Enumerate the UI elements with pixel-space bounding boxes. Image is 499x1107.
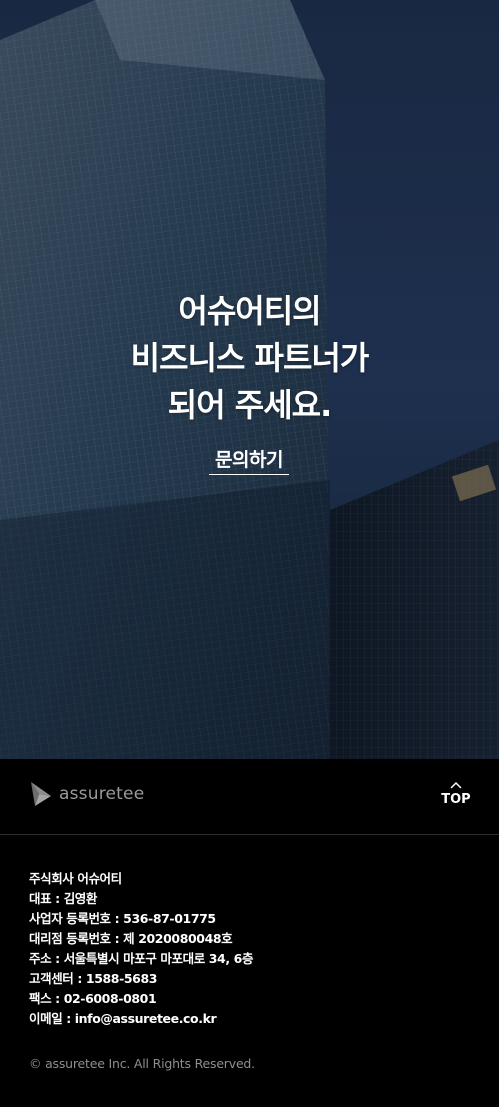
company-logo[interactable]: assuretee: [29, 780, 144, 808]
company-address: 주소 : 서울특별시 마포구 마포대로 34, 6층: [29, 951, 254, 966]
company-name: 주식회사 어슈어티: [29, 871, 122, 886]
hero-heading-line: 되어 주세요.: [167, 386, 333, 424]
hero-heading: 어슈어티의 비즈니스 파트너가 되어 주세요.: [0, 288, 499, 429]
fax-number: 팩스 : 02-6008-0801: [29, 991, 157, 1006]
company-info: 주식회사 어슈어티 대표 : 김영환 사업자 등록번호 : 536-87-017…: [29, 869, 469, 1029]
hero-heading-line: 비즈니스 파트너가: [130, 339, 370, 377]
agency-registration-number: 대리점 등록번호 : 제 2020080048호: [29, 931, 233, 946]
hero-heading-line: 어슈어티의: [178, 292, 321, 330]
contact-link[interactable]: 문의하기: [209, 443, 289, 475]
company-email: 이메일 : info@assuretee.co.kr: [29, 1011, 217, 1026]
hero-banner: 어슈어티의 비즈니스 파트너가 되어 주세요. 문의하기: [0, 0, 499, 759]
logo-mark-icon: [31, 782, 51, 806]
chevron-up-icon: [450, 781, 462, 789]
top-label: TOP: [441, 792, 471, 807]
business-registration-number: 사업자 등록번호 : 536-87-01775: [29, 911, 216, 926]
copyright-text: © assuretee Inc. All Rights Reserved.: [29, 1056, 255, 1071]
company-ceo: 대표 : 김영환: [29, 891, 98, 906]
logo-text: assuretee: [59, 784, 145, 804]
footer-header: assuretee TOP: [0, 759, 499, 835]
scroll-to-top-button[interactable]: TOP: [438, 781, 474, 817]
customer-center-phone: 고객센터 : 1588-5683: [29, 971, 158, 986]
